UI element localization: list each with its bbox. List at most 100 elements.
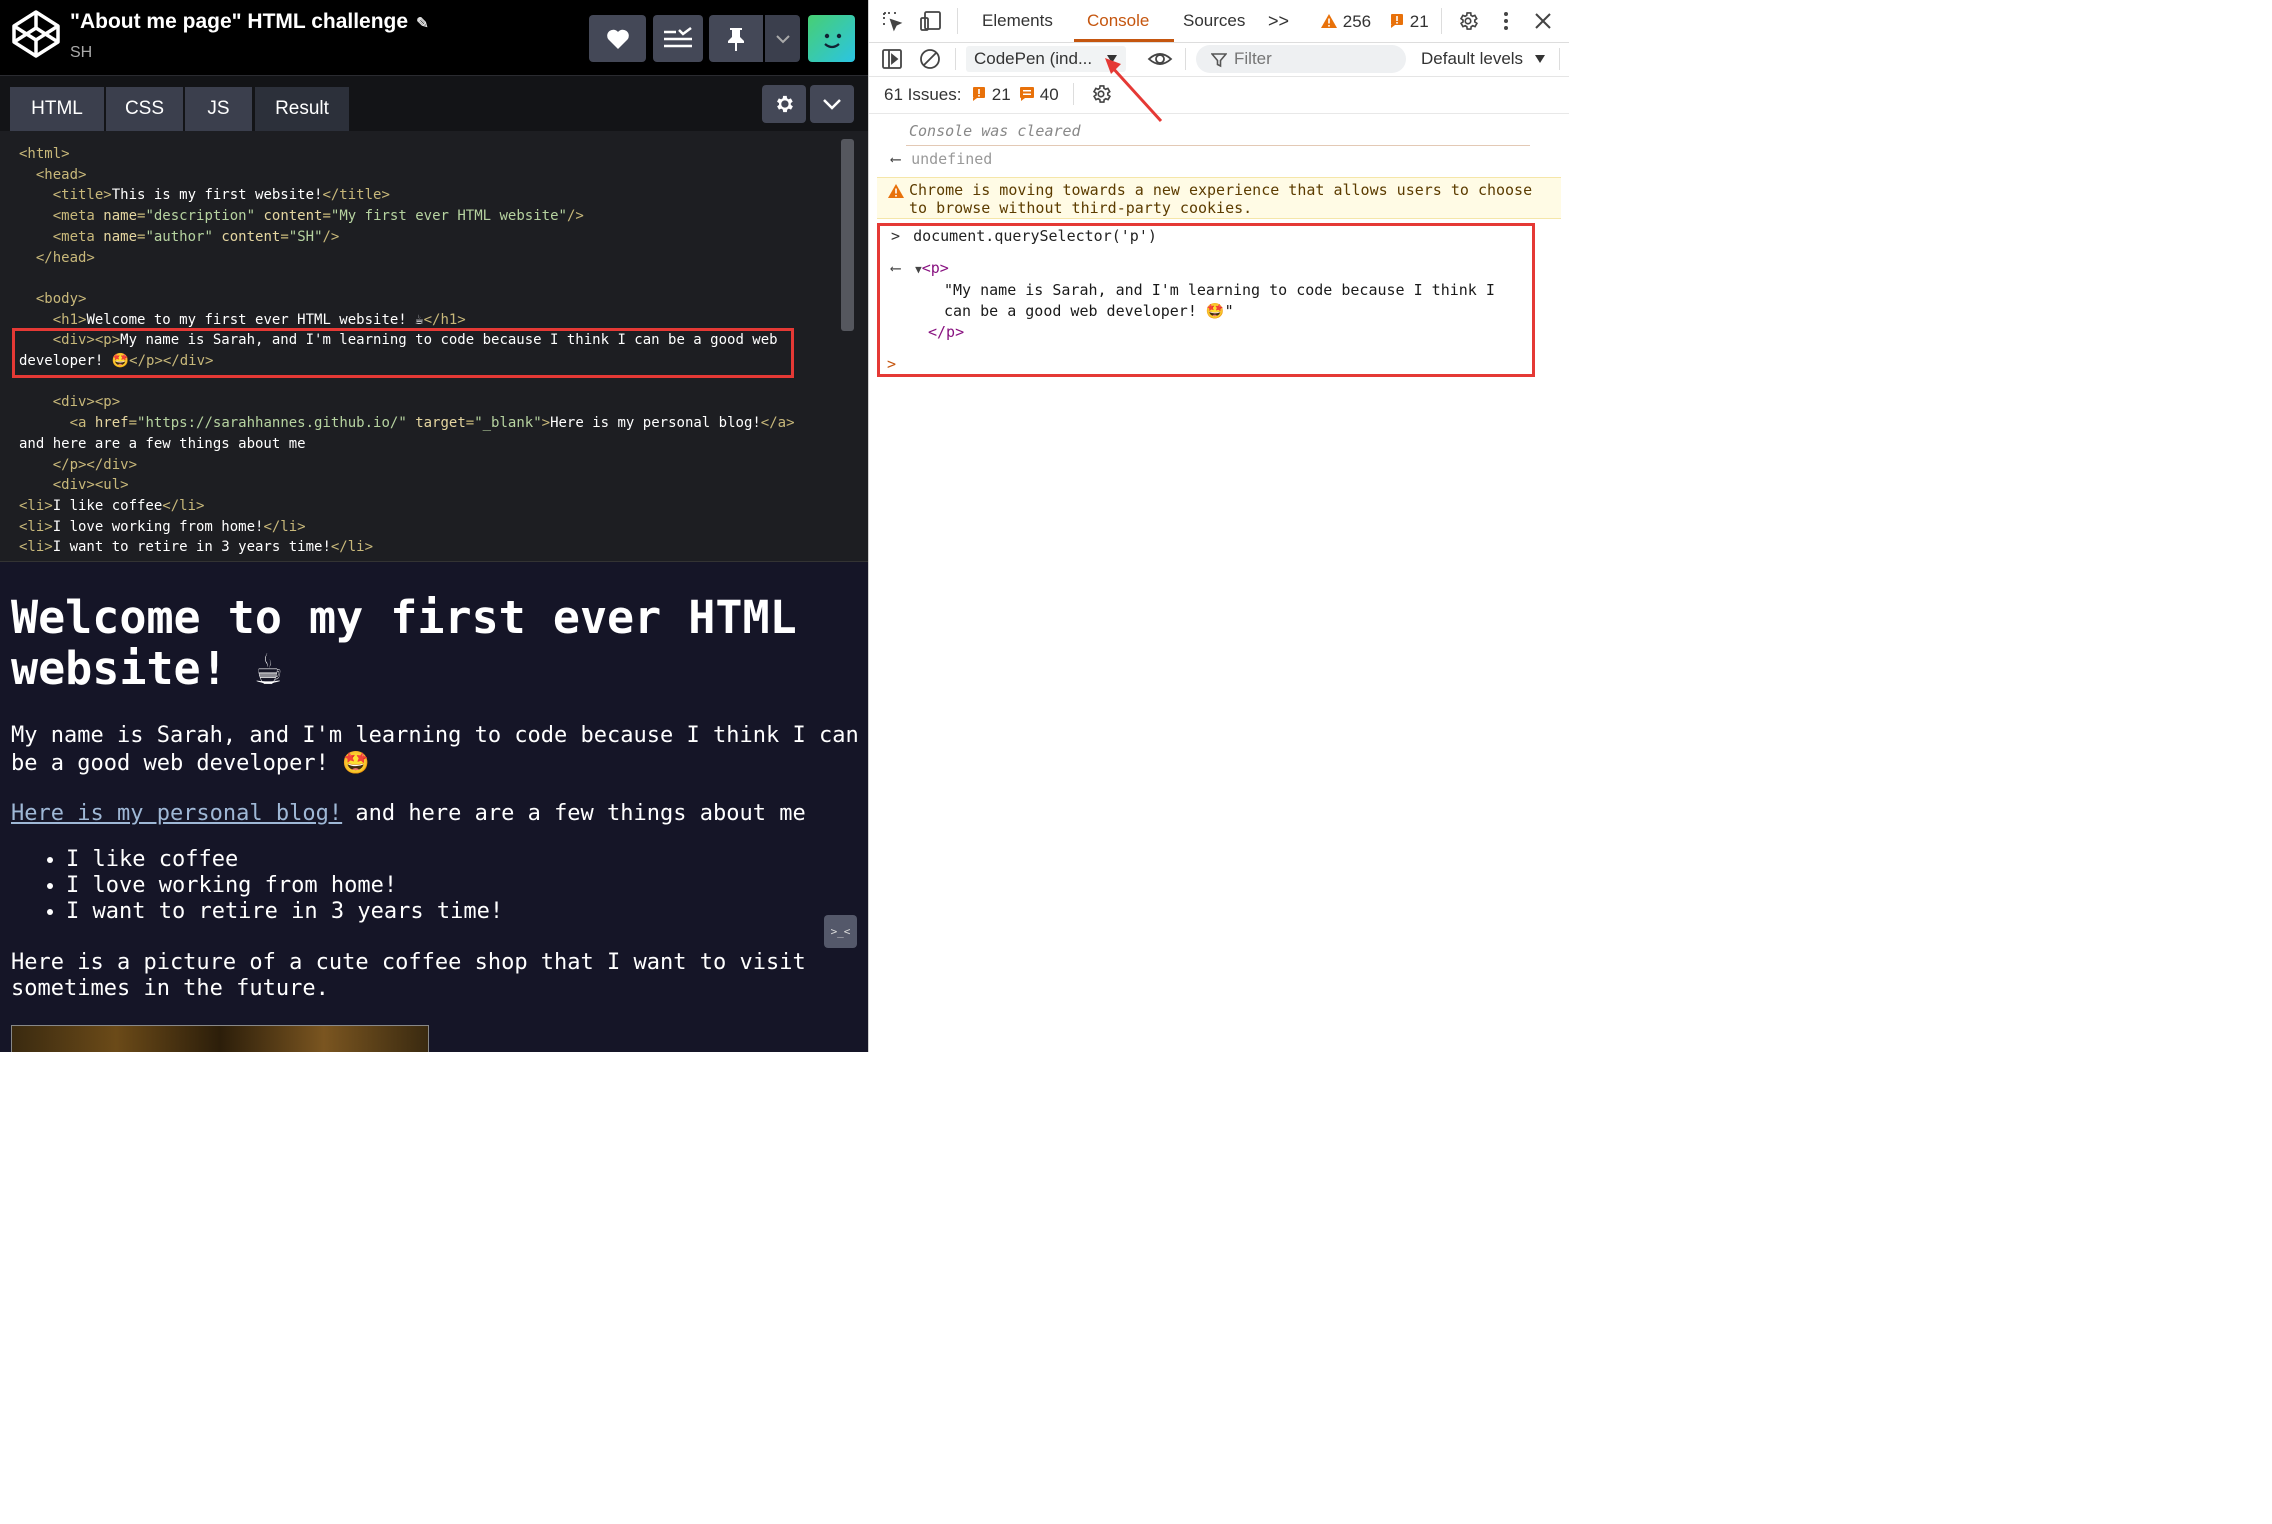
chevron-down-icon bbox=[823, 99, 841, 110]
code-token: </li> bbox=[330, 539, 374, 556]
result-arrow-icon: ⟵ bbox=[891, 150, 901, 168]
separator bbox=[957, 8, 958, 34]
pin-button[interactable] bbox=[709, 15, 763, 62]
code-attr: target bbox=[415, 415, 466, 432]
separator bbox=[955, 48, 956, 70]
code-token: </p></div> bbox=[52, 456, 138, 473]
sidebar-toggle-icon[interactable] bbox=[881, 48, 903, 70]
code-value: "_blank" bbox=[474, 415, 542, 432]
code-token: <meta bbox=[52, 208, 104, 225]
console-toolbar: CodePen (ind... Default levels bbox=[869, 42, 1569, 77]
code-token: <div><p> bbox=[52, 394, 121, 411]
tab-sources[interactable]: Sources bbox=[1183, 11, 1245, 31]
result-blog-paragraph: Here is my personal blog! and here are a… bbox=[11, 800, 861, 828]
log-levels-dropdown[interactable]: Default levels bbox=[1421, 49, 1546, 69]
separator bbox=[906, 145, 1530, 146]
settings-gear-icon[interactable] bbox=[1457, 10, 1479, 32]
code-token: <meta bbox=[52, 228, 104, 245]
coffee-shop-image bbox=[11, 1025, 429, 1052]
code-attr: content bbox=[221, 228, 281, 245]
more-tabs-button[interactable]: >> bbox=[1268, 11, 1289, 32]
input-chevron-icon: > bbox=[891, 227, 901, 245]
separator bbox=[1073, 83, 1074, 105]
code-token: </li> bbox=[263, 518, 306, 535]
result-about-list: I like coffee I love working from home! … bbox=[11, 847, 861, 925]
log-levels-value: Default levels bbox=[1421, 49, 1524, 68]
heart-icon bbox=[606, 29, 629, 49]
personal-blog-link[interactable]: Here is my personal blog! bbox=[11, 801, 342, 826]
editor-collapse-button[interactable] bbox=[810, 85, 854, 123]
console-result-undefined: ⟵ undefined bbox=[891, 150, 992, 168]
html-code-editor[interactable]: <html> <head> <title>This is my first we… bbox=[0, 131, 868, 561]
code-text: I love working from home! bbox=[52, 518, 264, 535]
code-token: <title> bbox=[52, 187, 112, 204]
code-value: "My first ever HTML website" bbox=[330, 208, 567, 225]
issues-errors-link[interactable]: 21 bbox=[971, 85, 1011, 105]
list-item: I want to retire in 3 years time! bbox=[66, 899, 861, 925]
collections-button[interactable] bbox=[653, 15, 703, 62]
console-toggle-button[interactable]: >_< bbox=[824, 915, 857, 948]
code-token: <li> bbox=[19, 497, 53, 514]
tab-elements[interactable]: Elements bbox=[982, 11, 1053, 31]
warnings-badge[interactable]: 256 bbox=[1320, 12, 1371, 32]
warnings-count: 256 bbox=[1342, 12, 1372, 31]
code-token: <div><ul> bbox=[52, 477, 129, 494]
console-prompt[interactable]: > bbox=[887, 355, 896, 373]
code-token: <li> bbox=[19, 518, 53, 535]
gear-icon bbox=[777, 95, 793, 113]
kebab-menu-icon[interactable] bbox=[1501, 10, 1511, 32]
separator bbox=[1559, 48, 1560, 70]
issue-flag-icon bbox=[973, 87, 985, 101]
console-command: > document.querySelector('p') bbox=[891, 227, 1157, 245]
code-attr: name bbox=[103, 208, 138, 225]
code-value: "https://sarahhannes.github.io/" bbox=[137, 415, 407, 432]
chrome-devtools: Elements Console Sources >> 256 21 CodeP… bbox=[868, 0, 1569, 1052]
result-intro-paragraph: My name is Sarah, and I'm learning to co… bbox=[11, 723, 859, 776]
editor-settings-button[interactable] bbox=[762, 85, 806, 123]
pen-title[interactable]: "About me page" HTML challenge ✎ bbox=[70, 10, 429, 34]
context-selector-value: CodePen (ind... bbox=[974, 49, 1093, 68]
issues-info-link[interactable]: 40 bbox=[1019, 85, 1059, 105]
pencil-icon[interactable]: ✎ bbox=[416, 15, 429, 32]
result-arrow-icon: ⟵ bbox=[891, 259, 901, 277]
console-result-element[interactable]: ⟵ ▼<p> "My name is Sarah, and I'm learni… bbox=[891, 258, 1514, 343]
filter-funnel-icon bbox=[1211, 53, 1227, 68]
code-attr: content bbox=[263, 208, 323, 225]
close-icon[interactable] bbox=[1534, 12, 1552, 30]
pen-author[interactable]: SH bbox=[70, 44, 92, 62]
pin-dropdown-button[interactable] bbox=[765, 15, 800, 62]
expand-triangle-icon[interactable]: ▼ bbox=[915, 263, 922, 276]
inspect-element-icon[interactable] bbox=[881, 10, 903, 32]
code-token: </head> bbox=[35, 249, 95, 266]
user-avatar[interactable] bbox=[808, 15, 855, 62]
tab-html[interactable]: HTML bbox=[10, 87, 104, 131]
issue-flag-icon bbox=[1391, 14, 1403, 28]
pen-title-text: "About me page" HTML challenge bbox=[70, 10, 409, 33]
code-value: "SH" bbox=[288, 228, 323, 245]
tab-console[interactable]: Console bbox=[1087, 11, 1149, 31]
console-warning-message: Chrome is moving towards a new experienc… bbox=[877, 177, 1561, 219]
codepen-header: "About me page" HTML challenge ✎ SH bbox=[0, 0, 868, 76]
tab-result[interactable]: Result bbox=[255, 87, 349, 131]
tab-css[interactable]: CSS bbox=[106, 87, 183, 131]
heart-button[interactable] bbox=[589, 15, 646, 62]
separator bbox=[1185, 48, 1186, 70]
code-value: "author" bbox=[145, 228, 213, 245]
code-text: I like coffee bbox=[52, 497, 163, 514]
message-icon bbox=[1020, 87, 1034, 101]
code-token: /> bbox=[322, 228, 340, 245]
clear-console-icon[interactable] bbox=[919, 48, 941, 70]
editor-scrollbar[interactable] bbox=[841, 139, 854, 331]
code-text: Here is my personal blog! bbox=[550, 415, 761, 432]
code-text: Welcome to my first ever HTML website! ☕ bbox=[86, 311, 424, 328]
code-attr: name bbox=[103, 228, 138, 245]
code-token: /> bbox=[566, 208, 584, 225]
filter-input[interactable] bbox=[1196, 45, 1406, 73]
result-close-tag: </p> bbox=[928, 323, 965, 341]
errors-badge[interactable]: 21 bbox=[1389, 12, 1429, 32]
device-toolbar-icon[interactable] bbox=[919, 10, 943, 32]
devtools-tab-bar: Elements Console Sources >> 256 21 bbox=[869, 0, 1569, 43]
code-token: </title> bbox=[322, 187, 390, 204]
codepen-logo-icon[interactable] bbox=[10, 8, 62, 60]
tab-js[interactable]: JS bbox=[185, 87, 252, 131]
